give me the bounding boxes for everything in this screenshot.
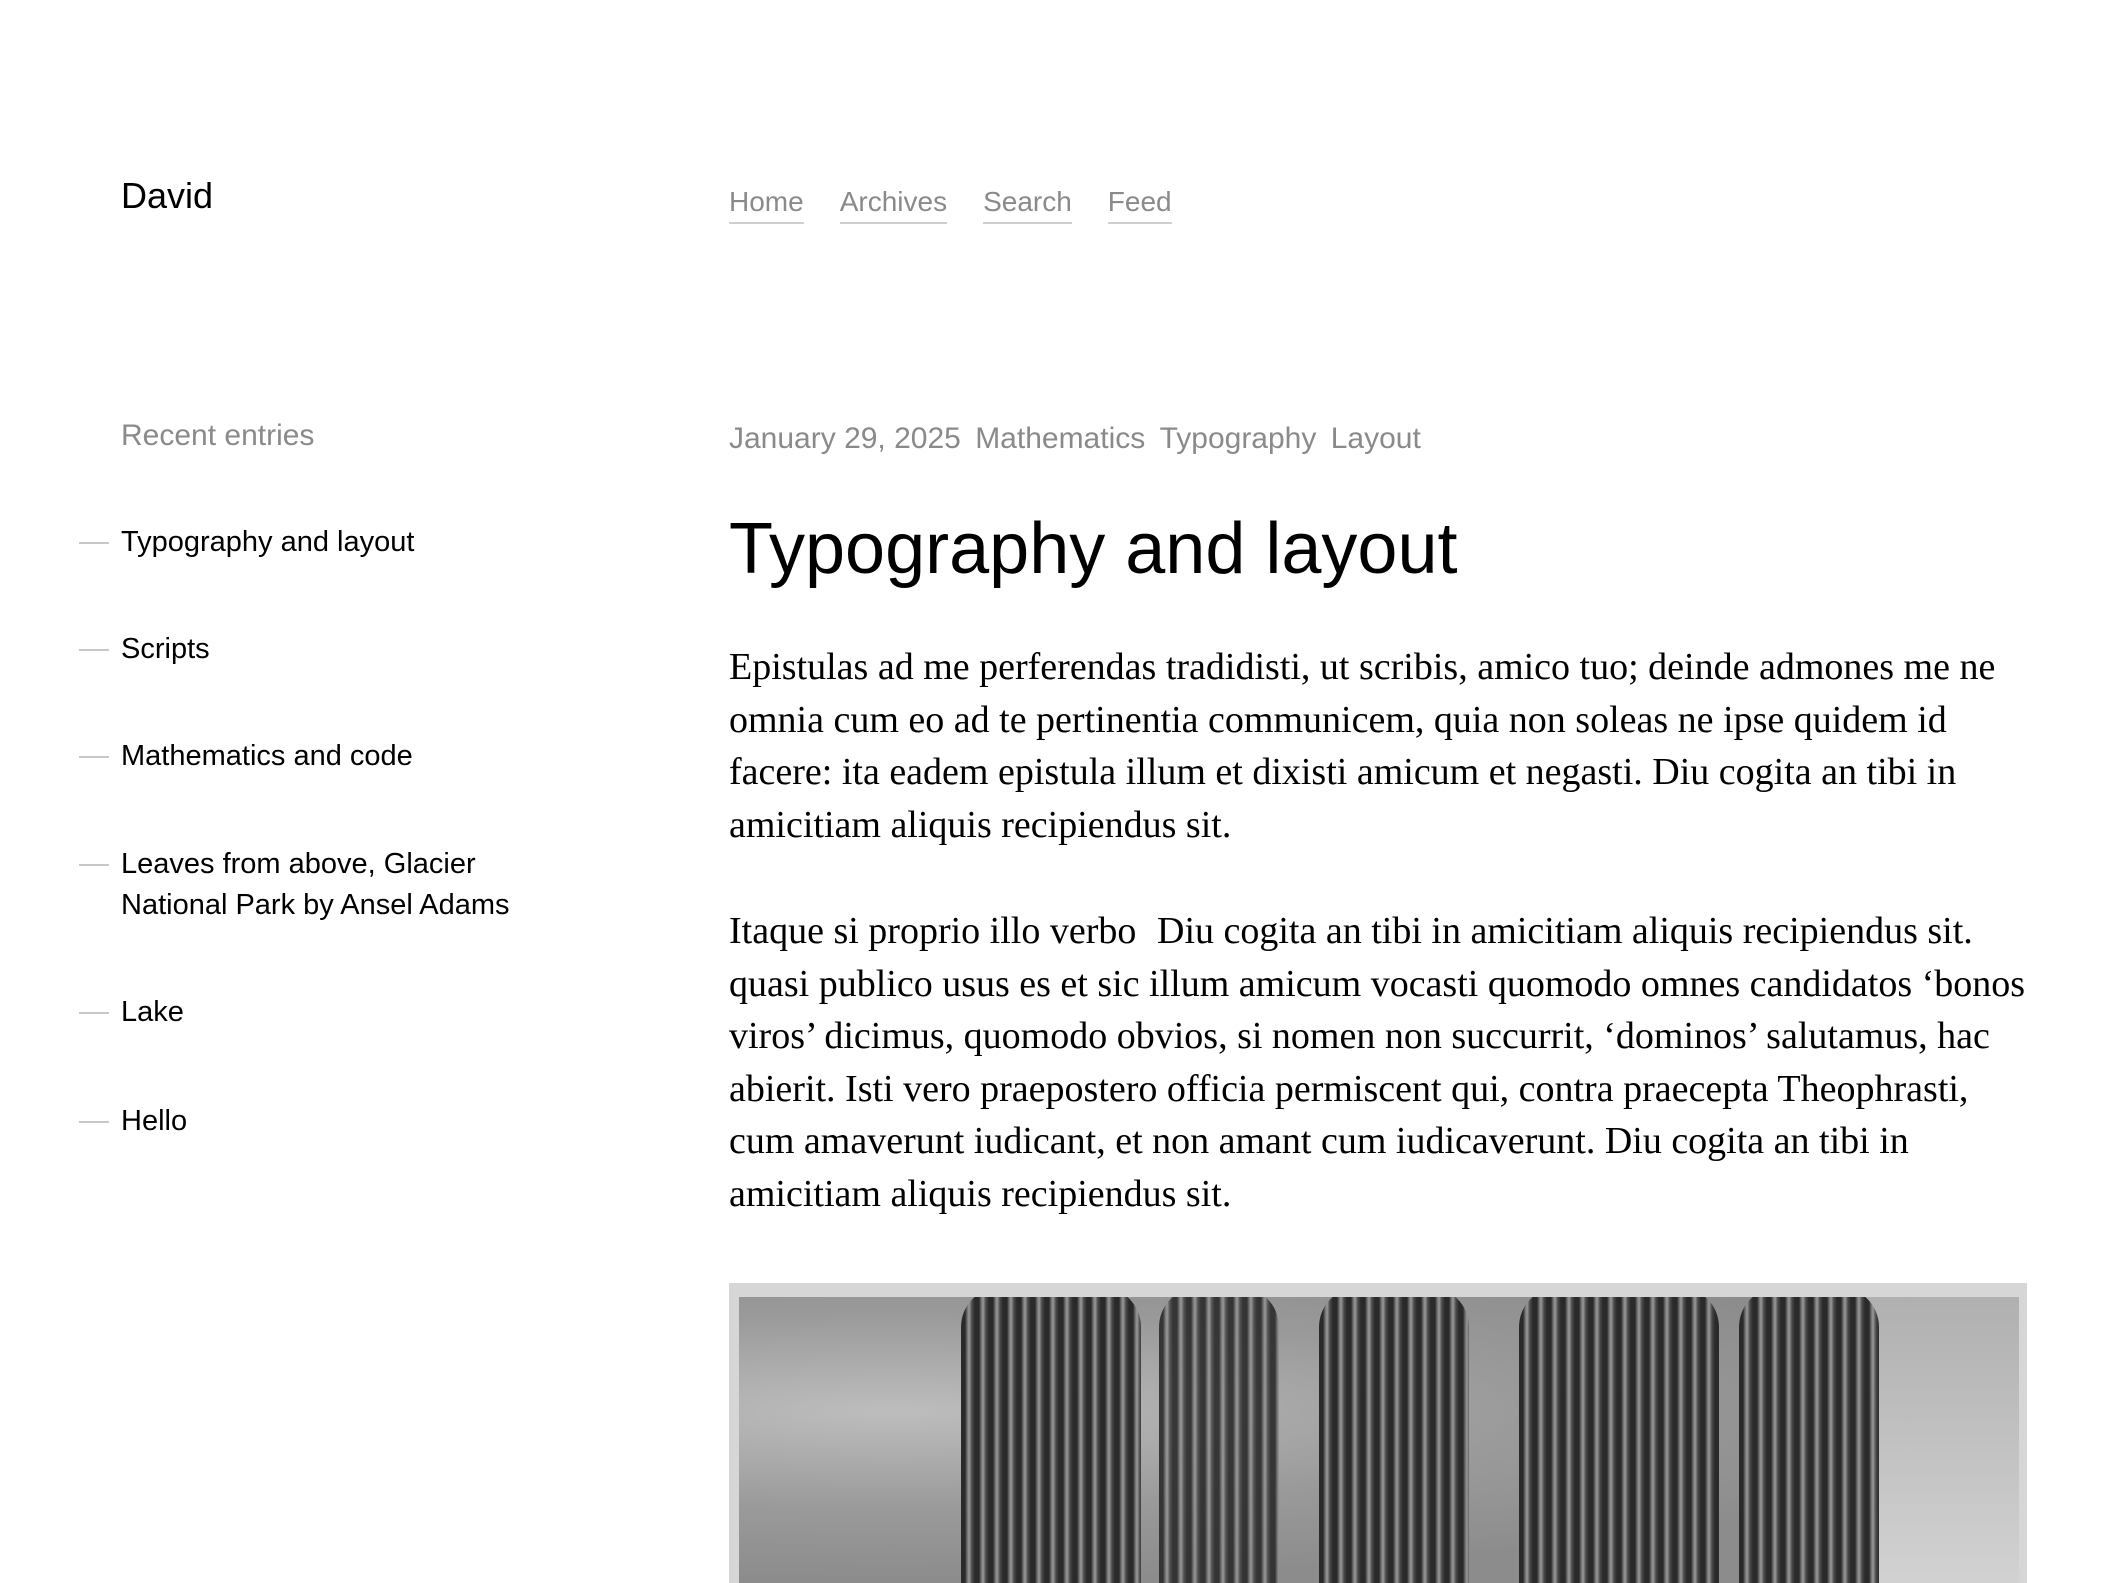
entry-dash: [79, 1012, 109, 1014]
site-title[interactable]: David: [121, 172, 213, 220]
recent-entry-label[interactable]: Scripts: [121, 633, 210, 665]
cactus-arm: [1739, 1297, 1879, 1583]
saguaro-cactus-photo: [729, 1283, 2027, 1583]
nav-home-link[interactable]: Home: [729, 182, 804, 224]
pull-quote: Diu cogita an tibi in amicitiam aliquis …: [1157, 910, 1973, 952]
nav-feed-link[interactable]: Feed: [1107, 182, 1172, 224]
post-date: January 29, 2025: [729, 422, 961, 455]
main-nav: Home Archives Search Feed: [729, 182, 1172, 224]
cactus-arm: [1319, 1297, 1469, 1583]
entry-dash: [79, 864, 109, 866]
recent-entry-label[interactable]: Leaves from above, Glacier National Park…: [121, 848, 509, 921]
paragraph-2-lead: Itaque si proprio illo: [729, 910, 1041, 952]
tag-typography[interactable]: Typography: [1160, 422, 1317, 455]
recent-entry-label[interactable]: Mathematics and code: [121, 740, 413, 772]
post-meta: January 29, 2025 Mathematics Typography …: [729, 419, 1421, 459]
entry-dash: [79, 756, 109, 758]
recent-entry-leaves-from-above[interactable]: Leaves from above, Glacier National Park…: [79, 844, 541, 926]
recent-entry-label[interactable]: Lake: [121, 996, 184, 1028]
nav-search-link[interactable]: Search: [983, 182, 1072, 224]
entry-dash: [79, 542, 109, 544]
cactus-arm: [961, 1297, 1141, 1583]
cactus-arm: [1519, 1297, 1719, 1583]
photo-image: [739, 1297, 2019, 1583]
post-paragraph-2: Diu cogita an tibi in amicitiam aliquis …: [729, 905, 2029, 1221]
post-paragraph-1: Epistulas ad me perferendas tradidisti, …: [729, 646, 1996, 846]
nav-archives-link[interactable]: Archives: [839, 182, 948, 224]
cactus-arm: [1159, 1297, 1279, 1583]
recent-entry-label[interactable]: Typography and layout: [121, 526, 414, 558]
recent-entries-heading: Recent entries: [121, 419, 315, 452]
recent-entry-hello[interactable]: Hello: [79, 1101, 561, 1142]
recent-entry-lake[interactable]: Lake: [79, 992, 561, 1033]
recent-entry-label[interactable]: Hello: [121, 1105, 187, 1137]
entry-dash: [79, 649, 109, 651]
entry-dash: [79, 1121, 109, 1123]
tag-layout[interactable]: Layout: [1331, 422, 1421, 455]
recent-entry-mathematics-and-code[interactable]: Mathematics and code: [79, 736, 561, 777]
recent-entry-typography-and-layout[interactable]: Typography and layout: [79, 522, 561, 563]
recent-entry-scripts[interactable]: Scripts: [79, 629, 561, 670]
tag-mathematics[interactable]: Mathematics: [975, 422, 1145, 455]
post-title: Typography and layout: [729, 509, 1458, 589]
